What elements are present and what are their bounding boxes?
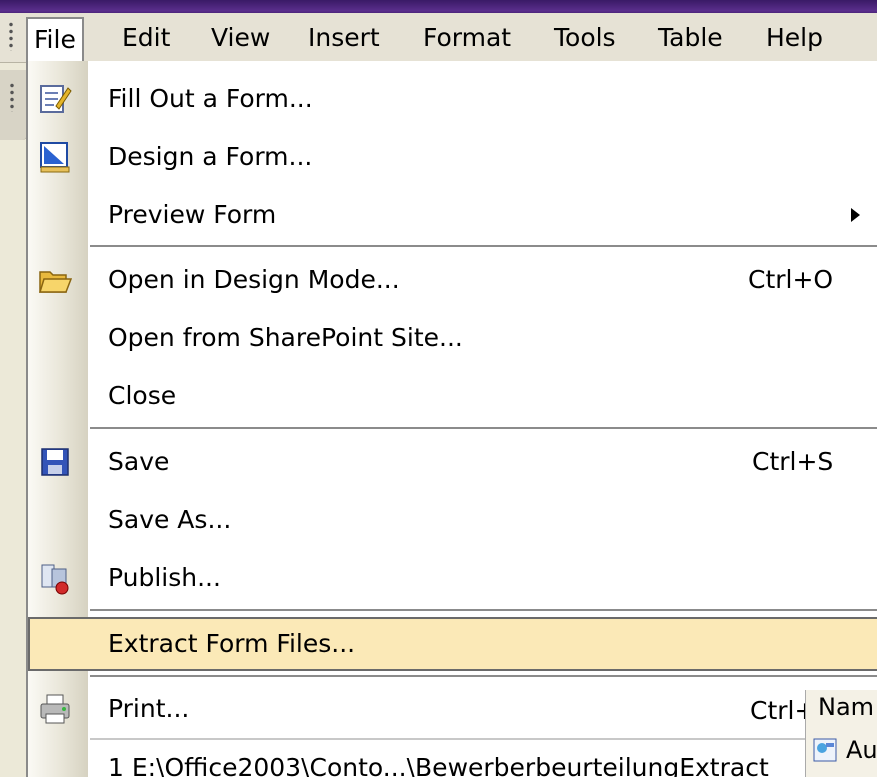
left-toolbar xyxy=(0,70,28,140)
menu-tools-label: Tools xyxy=(554,23,616,52)
menu-item-close[interactable]: Close xyxy=(28,368,877,424)
menu-item-label: Print... xyxy=(108,694,190,723)
menu-item-save[interactable]: Save Ctrl+S xyxy=(28,434,877,490)
menu-item-label: Close xyxy=(108,381,177,410)
menu-edit-label: Edit xyxy=(122,23,171,52)
menu-item-publish[interactable]: Publish... xyxy=(28,550,877,606)
menubar-grip-handle[interactable] xyxy=(8,21,14,51)
menu-item-label: Preview Form xyxy=(108,200,277,229)
task-pane-item-label[interactable]: Au xyxy=(846,730,877,770)
menu-table-label: Table xyxy=(658,23,723,52)
menu-item-label: Open from SharePoint Site... xyxy=(108,323,463,352)
menu-bar: File Edit View Insert Format Tools Table… xyxy=(0,13,877,63)
toolbar-grip-handle[interactable] xyxy=(9,82,15,112)
menu-format[interactable]: Format xyxy=(417,17,517,59)
menu-item-design-form[interactable]: Design a Form... xyxy=(28,129,877,185)
menu-separator xyxy=(90,427,877,429)
menu-insert-label: Insert xyxy=(308,23,380,52)
menu-help-label: Help xyxy=(766,23,823,52)
design-form-icon xyxy=(38,140,72,174)
menu-separator xyxy=(90,245,877,247)
menu-item-label: Open in Design Mode... xyxy=(108,265,400,294)
printer-icon xyxy=(38,692,72,726)
fill-out-form-icon xyxy=(38,82,72,116)
menu-edit[interactable]: Edit xyxy=(116,17,176,59)
menu-item-label: Save As... xyxy=(108,505,232,534)
menu-table[interactable]: Table xyxy=(652,17,729,59)
menu-item-label: Extract Form Files... xyxy=(108,629,356,658)
menu-item-open-sharepoint[interactable]: Open from SharePoint Site... xyxy=(28,310,877,366)
menu-item-label: Save xyxy=(108,447,170,476)
menu-separator xyxy=(90,675,877,677)
menu-file-label: File xyxy=(34,25,76,54)
menu-insert[interactable]: Insert xyxy=(302,17,386,59)
publish-icon xyxy=(38,561,72,595)
menu-item-label: Fill Out a Form... xyxy=(108,84,313,113)
menu-help[interactable]: Help xyxy=(760,17,829,59)
menu-item-open-design-mode[interactable]: Open in Design Mode... Ctrl+O xyxy=(28,252,877,308)
menu-tools[interactable]: Tools xyxy=(548,17,622,59)
menu-item-save-as[interactable]: Save As... xyxy=(28,492,877,548)
menu-view-label: View xyxy=(211,23,271,52)
open-folder-icon xyxy=(38,263,73,297)
menu-view[interactable]: View xyxy=(205,17,276,59)
task-pane-column-header: Nam xyxy=(818,693,875,721)
save-floppy-icon xyxy=(38,445,72,479)
file-menu-dropdown: Fill Out a Form... Design a Form... Prev… xyxy=(26,61,877,777)
menu-item-label: Publish... xyxy=(108,563,221,592)
menu-item-fill-out-form[interactable]: Fill Out a Form... xyxy=(28,71,877,127)
menu-separator xyxy=(90,609,877,611)
submenu-arrow-icon xyxy=(851,208,860,222)
recent-file-item[interactable]: 1 E:\Office2003\Conto...\Bewerberbeurtei… xyxy=(108,743,769,777)
menu-item-shortcut: Ctrl+S xyxy=(752,447,834,476)
menu-item-label: Design a Form... xyxy=(108,142,313,171)
form-file-icon xyxy=(812,736,840,764)
menu-item-extract-form-files[interactable]: Extract Form Files... xyxy=(28,617,877,671)
menu-item-preview-form[interactable]: Preview Form xyxy=(28,187,877,243)
menu-item-shortcut: Ctrl+O xyxy=(748,265,834,294)
menu-file[interactable]: File xyxy=(26,17,84,63)
menu-format-label: Format xyxy=(423,23,512,52)
